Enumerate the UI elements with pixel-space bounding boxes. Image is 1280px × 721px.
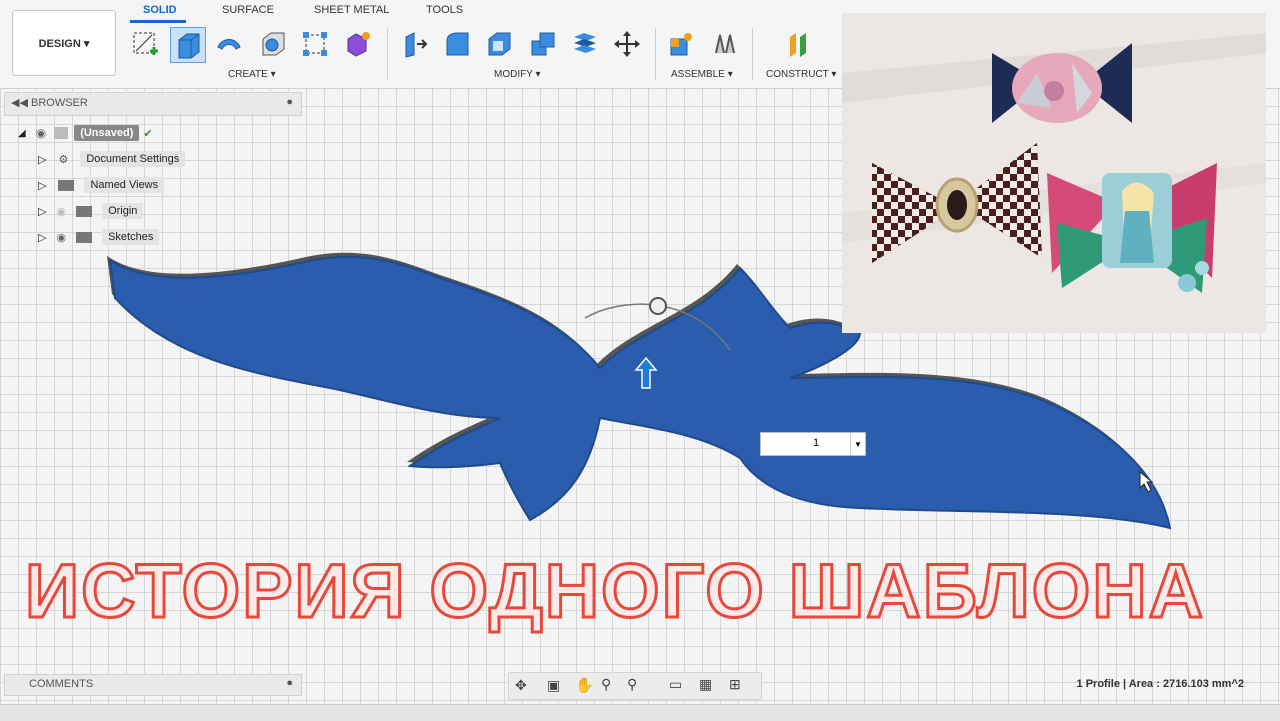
workspace-switcher-button[interactable]: DESIGN ▾ xyxy=(12,10,116,76)
caption-overlay: ИСТОРИЯ ОДНОГО ШАБЛОНА xyxy=(0,545,1280,636)
tab-sheet-metal[interactable]: SHEET METAL xyxy=(314,4,389,16)
count-value: 1 xyxy=(813,437,820,449)
tab-solid[interactable]: SOLID xyxy=(143,4,177,16)
navigation-bar: ✥ ▣ ✋ ⚲ ⚲ ▭ ▦ ⊞ xyxy=(508,672,762,700)
eye-icon[interactable]: ◉ xyxy=(56,231,66,244)
grid-settings-icon[interactable]: ▦ xyxy=(699,676,712,693)
extrude-count-input[interactable]: 1 ▼ xyxy=(760,432,866,456)
minimize-icon[interactable]: ● xyxy=(286,96,293,108)
divider xyxy=(752,28,753,80)
bows-photo xyxy=(842,13,1266,333)
active-check-icon: ✔ xyxy=(143,127,153,140)
tree-item-label: Named Views xyxy=(84,177,165,193)
display-settings-icon[interactable]: ▭ xyxy=(669,676,682,693)
eye-icon[interactable]: ◉ xyxy=(36,126,46,140)
tree-item-document-settings[interactable]: ▷ ⚙ Document Settings xyxy=(38,147,186,171)
split-body-icon[interactable] xyxy=(568,27,602,61)
browser-title: BROWSER xyxy=(31,97,88,109)
divider xyxy=(655,28,656,80)
assemble-group-label[interactable]: ASSEMBLE ▾ xyxy=(671,69,733,80)
chevron-down-icon[interactable]: ▼ xyxy=(850,433,865,455)
move-icon[interactable] xyxy=(610,27,644,61)
active-tab-indicator xyxy=(130,20,186,23)
joint-icon[interactable] xyxy=(708,27,742,61)
tree-item-root[interactable]: ◢ ◉ (Unsaved) ✔ xyxy=(18,121,153,145)
folder-icon xyxy=(76,231,93,243)
gear-icon: ⚙ xyxy=(58,153,69,166)
timeline-strip xyxy=(0,704,1280,721)
viewports-icon[interactable]: ⊞ xyxy=(729,676,741,693)
zoom-icon[interactable]: ⚲ xyxy=(601,676,611,693)
tree-item-label: (Unsaved) xyxy=(74,125,140,141)
expand-toggle-icon[interactable]: ▷ xyxy=(38,231,46,244)
tree-item-named-views[interactable]: ▷ Named Views xyxy=(38,173,165,197)
tree-item-origin[interactable]: ▷ ◉ Origin xyxy=(38,199,144,223)
collapse-icon[interactable]: ◀◀ xyxy=(11,96,28,109)
comments-panel-header[interactable]: COMMENTS ● xyxy=(4,674,302,696)
expand-toggle-icon[interactable]: ▷ xyxy=(38,153,46,166)
expand-toggle-icon[interactable]: ▷ xyxy=(38,179,46,192)
status-readout: 1 Profile | Area : 2716.103 mm^2 xyxy=(1076,678,1244,690)
pan-icon[interactable]: ✋ xyxy=(575,676,594,694)
tree-item-label: Origin xyxy=(102,203,144,219)
offset-plane-icon[interactable] xyxy=(782,27,816,61)
expand-toggle-icon[interactable]: ◢ xyxy=(18,128,26,139)
create-sketch-icon[interactable] xyxy=(128,27,162,61)
tree-item-label: Sketches xyxy=(102,229,160,245)
eye-hidden-icon[interactable]: ◉ xyxy=(56,205,66,218)
revolve-icon[interactable] xyxy=(212,27,246,61)
caption-text: ИСТОРИЯ ОДНОГО ШАБЛОНА xyxy=(25,549,1205,634)
component-icon xyxy=(54,127,69,139)
rectangular-pattern-icon[interactable] xyxy=(298,27,332,61)
fit-icon[interactable]: ⚲ xyxy=(627,676,637,693)
modify-group-label[interactable]: MODIFY ▾ xyxy=(494,69,541,80)
comments-title: COMMENTS xyxy=(29,678,94,690)
folder-icon xyxy=(76,205,93,217)
add-comment-icon[interactable]: ● xyxy=(286,677,293,689)
press-pull-icon[interactable] xyxy=(398,27,432,61)
tab-surface[interactable]: SURFACE xyxy=(222,4,274,16)
tree-item-sketches[interactable]: ▷ ◉ Sketches xyxy=(38,225,160,249)
folder-icon xyxy=(58,179,75,191)
tree-item-label: Document Settings xyxy=(80,151,186,167)
combine-icon[interactable] xyxy=(526,27,560,61)
browser-panel-header[interactable]: ◀◀ BROWSER ● xyxy=(4,92,302,116)
hole-icon[interactable] xyxy=(256,27,290,61)
extrude-icon[interactable] xyxy=(170,27,206,63)
rotate-handle xyxy=(649,297,667,315)
shell-icon[interactable] xyxy=(482,27,516,61)
divider xyxy=(387,28,388,80)
fillet-icon[interactable] xyxy=(440,27,474,61)
create-group-label[interactable]: CREATE ▾ xyxy=(228,69,276,80)
create-form-icon[interactable] xyxy=(340,27,374,61)
construct-group-label[interactable]: CONSTRUCT ▾ xyxy=(766,69,836,80)
orbit-icon[interactable]: ✥ xyxy=(515,677,527,694)
new-component-icon[interactable] xyxy=(664,27,698,61)
tab-tools[interactable]: TOOLS xyxy=(426,4,463,16)
expand-toggle-icon[interactable]: ▷ xyxy=(38,205,46,218)
look-at-icon[interactable]: ▣ xyxy=(547,677,560,694)
